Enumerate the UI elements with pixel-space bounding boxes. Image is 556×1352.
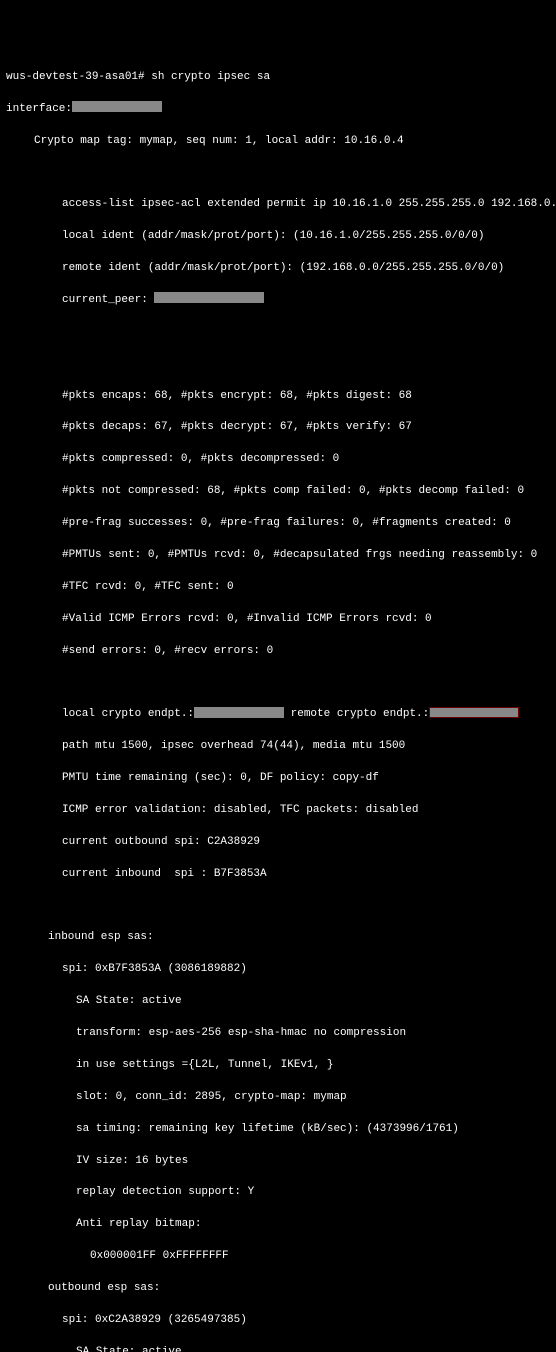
inbound-slot: slot: 0, conn_id: 2895, crypto-map: myma… (6, 1090, 550, 1106)
inbound-timing: sa timing: remaining key lifetime (kB/se… (6, 1122, 550, 1138)
redacted-block (72, 101, 162, 112)
pmtus: #PMTUs sent: 0, #PMTUs rcvd: 0, #decapsu… (6, 548, 550, 564)
crypto-endpt-line: local crypto endpt.: remote crypto endpt… (6, 707, 550, 723)
outbound-esp-title: outbound esp sas: (6, 1281, 550, 1297)
pkts-decaps: #pkts decaps: 67, #pkts decrypt: 67, #pk… (6, 420, 550, 436)
inbound-esp-title: inbound esp sas: (6, 930, 550, 946)
blank (6, 675, 550, 691)
inbound-spi: spi: 0xB7F3853A (3086189882) (6, 962, 550, 978)
inbound-iv: IV size: 16 bytes (6, 1154, 550, 1170)
prompt-line: wus-devtest-39-asa01# sh crypto ipsec sa (6, 70, 550, 86)
local-ident: local ident (addr/mask/prot/port): (10.1… (6, 229, 550, 245)
inbound-state: SA State: active (6, 994, 550, 1010)
inbound-transform: transform: esp-aes-256 esp-sha-hmac no c… (6, 1026, 550, 1042)
redacted-block (194, 707, 284, 718)
outbound-spi: spi: 0xC2A38929 (3265497385) (6, 1313, 550, 1329)
pmtu-time: PMTU time remaining (sec): 0, DF policy:… (6, 771, 550, 787)
redacted-block (429, 707, 519, 718)
inbound-anti-label: Anti replay bitmap: (6, 1217, 550, 1233)
local-endpt-label: local crypto endpt.: (62, 708, 194, 720)
inbound-replay: replay detection support: Y (6, 1185, 550, 1201)
blank (6, 357, 550, 373)
interface-line: interface: (6, 102, 550, 118)
current-peer-label: current_peer: (62, 294, 148, 306)
prompt-cmd: sh crypto ipsec sa (151, 71, 270, 83)
current-inbound-spi: current inbound spi : B7F3853A (6, 867, 550, 883)
redacted-block (154, 292, 264, 303)
icmp-errors: #Valid ICMP Errors rcvd: 0, #Invalid ICM… (6, 612, 550, 628)
remote-ident: remote ident (addr/mask/prot/port): (192… (6, 261, 550, 277)
prompt-host: wus-devtest-39-asa01# (6, 71, 145, 83)
pkts-compressed: #pkts compressed: 0, #pkts decompressed:… (6, 452, 550, 468)
current-peer-line: current_peer: (6, 293, 550, 309)
interface-label: interface: (6, 103, 72, 115)
pre-frag: #pre-frag successes: 0, #pre-frag failur… (6, 516, 550, 532)
current-outbound-spi: current outbound spi: C2A38929 (6, 835, 550, 851)
tfc: #TFC rcvd: 0, #TFC sent: 0 (6, 580, 550, 596)
blank (6, 325, 550, 341)
pkts-not-compressed: #pkts not compressed: 68, #pkts comp fai… (6, 484, 550, 500)
remote-endpt-label: remote crypto endpt.: (284, 708, 429, 720)
pkts-encaps: #pkts encaps: 68, #pkts encrypt: 68, #pk… (6, 389, 550, 405)
inbound-anti-val: 0x000001FF 0xFFFFFFFF (6, 1249, 550, 1265)
blank (6, 165, 550, 181)
crypto-map-tag: Crypto map tag: mymap, seq num: 1, local… (6, 134, 550, 150)
send-errors: #send errors: 0, #recv errors: 0 (6, 644, 550, 660)
outbound-state: SA State: active (6, 1345, 550, 1352)
inbound-settings: in use settings ={L2L, Tunnel, IKEv1, } (6, 1058, 550, 1074)
acl-line: access-list ipsec-acl extended permit ip… (6, 197, 550, 213)
path-mtu: path mtu 1500, ipsec overhead 74(44), me… (6, 739, 550, 755)
blank (6, 899, 550, 915)
icmp-err-validation: ICMP error validation: disabled, TFC pac… (6, 803, 550, 819)
